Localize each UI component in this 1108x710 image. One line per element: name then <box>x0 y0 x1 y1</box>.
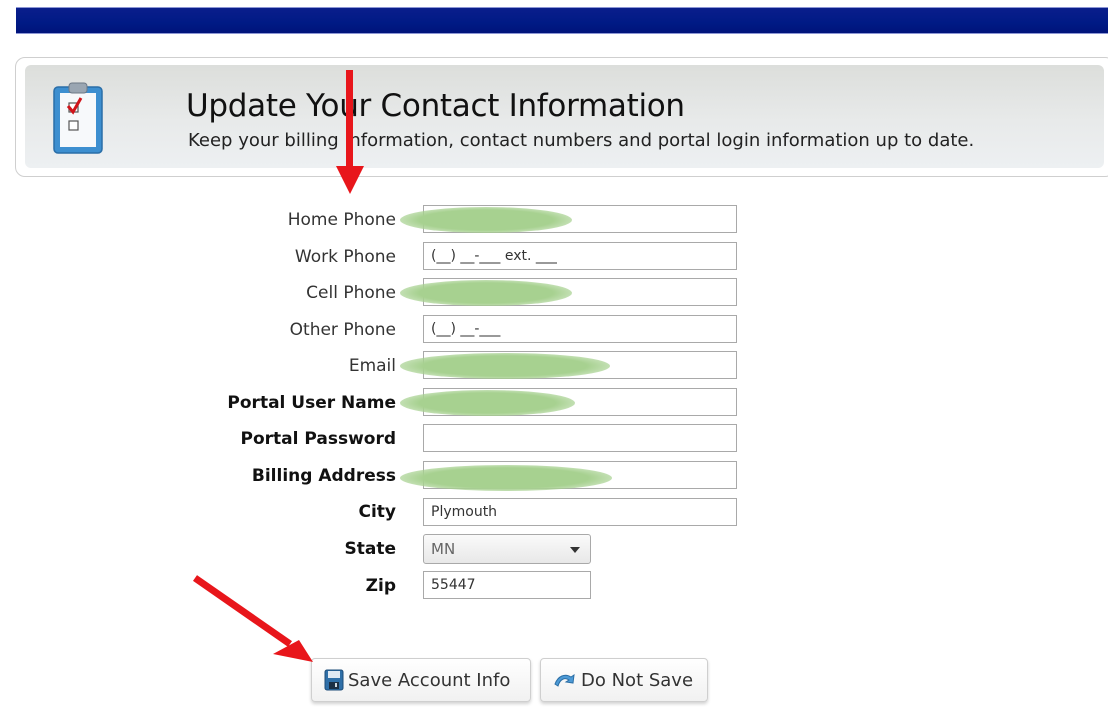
page-header-banner: Update Your Contact Information Keep you… <box>15 57 1108 177</box>
billing-address-label: Billing Address <box>251 466 396 486</box>
cancel-button-label: Do Not Save <box>581 669 694 691</box>
page-title: Update Your Contact Information <box>186 88 685 124</box>
clipboard-checklist-icon <box>53 82 103 154</box>
portal-username-row: Portal User Name <box>0 388 396 418</box>
state-select[interactable]: MN <box>423 534 591 564</box>
chevron-down-icon <box>570 547 580 553</box>
portal-username-input[interactable] <box>423 388 737 416</box>
zip-label: Zip <box>365 576 396 596</box>
other-phone-input[interactable]: (__) __-___ <box>423 315 737 343</box>
portal-password-input[interactable] <box>423 424 737 452</box>
cell-phone-input[interactable] <box>423 278 737 306</box>
work-phone-input[interactable]: (__) __-___ ext. ___ <box>423 242 737 270</box>
billing-address-row: Billing Address <box>0 461 396 491</box>
state-label: State <box>344 539 397 559</box>
other-phone-label: Other Phone <box>289 320 396 340</box>
city-row: City <box>0 497 396 527</box>
save-button-label: Save Account Info <box>348 669 511 691</box>
top-navigation-bar <box>16 7 1108 34</box>
email-input[interactable] <box>423 351 737 379</box>
floppy-disk-icon <box>324 669 344 691</box>
zip-row: Zip <box>0 571 396 601</box>
city-label: City <box>358 502 396 522</box>
save-account-info-button[interactable]: Save Account Info <box>311 658 531 702</box>
undo-arrow-icon <box>554 673 575 687</box>
cell-phone-label: Cell Phone <box>306 283 396 303</box>
cell-phone-row: Cell Phone <box>0 278 396 308</box>
home-phone-label: Home Phone <box>287 210 396 230</box>
other-phone-row: Other Phone <box>0 315 396 345</box>
work-phone-row: Work Phone <box>0 242 396 272</box>
portal-username-label: Portal User Name <box>227 393 396 413</box>
state-select-value: MN <box>431 540 456 558</box>
home-phone-row: Home Phone <box>0 205 396 235</box>
portal-password-row: Portal Password <box>0 424 396 454</box>
zip-input[interactable]: 55447 <box>423 571 591 599</box>
home-phone-input[interactable] <box>423 205 737 233</box>
email-label: Email <box>348 356 396 376</box>
work-phone-label: Work Phone <box>294 247 396 267</box>
email-row: Email <box>0 351 396 381</box>
portal-password-label: Portal Password <box>240 429 396 449</box>
do-not-save-button[interactable]: Do Not Save <box>540 658 708 702</box>
billing-address-input[interactable] <box>423 461 737 489</box>
banner-background: Update Your Contact Information Keep you… <box>25 65 1104 168</box>
city-input[interactable]: Plymouth <box>423 498 737 526</box>
state-row: State <box>0 534 397 564</box>
page-subtitle: Keep your billing information, contact n… <box>188 130 975 151</box>
